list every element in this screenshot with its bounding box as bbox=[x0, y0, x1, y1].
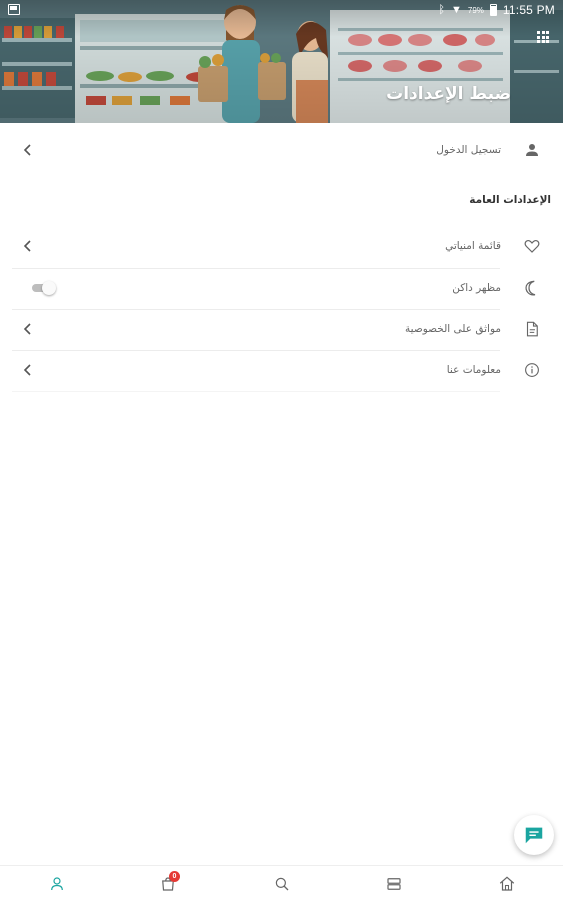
user-icon bbox=[526, 144, 538, 156]
login-row[interactable]: تسجيل الدخول bbox=[0, 130, 563, 170]
dark-mode-toggle[interactable] bbox=[32, 281, 56, 295]
status-bar: ᛒ ▼ 79% 11:55 PM bbox=[0, 0, 563, 20]
bluetooth-icon: ᛒ bbox=[438, 4, 446, 16]
chat-button[interactable] bbox=[514, 815, 554, 855]
toggle-thumb bbox=[42, 281, 56, 295]
privacy-label: مواثق على الخصوصية bbox=[405, 323, 501, 335]
cart-badge: 0 bbox=[169, 871, 180, 882]
divider bbox=[12, 391, 500, 392]
nav-search[interactable] bbox=[273, 875, 291, 893]
info-icon bbox=[525, 363, 539, 377]
chevron-left-icon bbox=[23, 364, 31, 376]
nav-home[interactable] bbox=[498, 875, 516, 893]
login-label: تسجيل الدخول bbox=[436, 144, 501, 156]
bottom-nav: 0 bbox=[0, 865, 563, 900]
battery-icon bbox=[489, 4, 497, 16]
privacy-row[interactable]: مواثق على الخصوصية bbox=[0, 309, 563, 349]
nav-cart[interactable]: 0 bbox=[159, 871, 180, 893]
chevron-left-icon bbox=[23, 240, 31, 252]
about-row[interactable]: معلومات عنا bbox=[0, 350, 563, 390]
wishlist-label: قائمة امنياتي bbox=[445, 240, 501, 252]
general-settings-title: الإعدادات العامة bbox=[469, 194, 551, 206]
chat-icon bbox=[525, 827, 543, 844]
moon-icon bbox=[525, 280, 536, 296]
chevron-left-icon bbox=[23, 323, 31, 335]
wishlist-row[interactable]: قائمة امنياتي bbox=[0, 226, 563, 266]
categories-icon bbox=[387, 878, 401, 890]
nav-profile[interactable] bbox=[48, 875, 66, 893]
profile-icon bbox=[51, 877, 63, 891]
page-title: ضبط الإعدادات bbox=[386, 84, 511, 104]
search-icon bbox=[275, 877, 289, 891]
notification-icon bbox=[8, 4, 20, 15]
about-label: معلومات عنا bbox=[446, 364, 501, 376]
apps-grid-icon[interactable] bbox=[537, 31, 549, 43]
battery-percent: 79% bbox=[467, 5, 484, 15]
dark-mode-label: مظهر داكن bbox=[452, 282, 501, 294]
home-icon bbox=[499, 876, 515, 891]
heart-icon bbox=[524, 239, 540, 253]
chevron-left-icon bbox=[23, 144, 31, 156]
header-banner: ᛒ ▼ 79% 11:55 PM ضبط الإعدادات bbox=[0, 0, 563, 123]
wifi-icon: ▼ bbox=[451, 4, 462, 16]
document-icon bbox=[526, 321, 538, 337]
dark-mode-row: مظهر داكن bbox=[0, 268, 563, 308]
nav-categories[interactable] bbox=[385, 875, 403, 893]
status-time: 11:55 PM bbox=[502, 3, 555, 17]
